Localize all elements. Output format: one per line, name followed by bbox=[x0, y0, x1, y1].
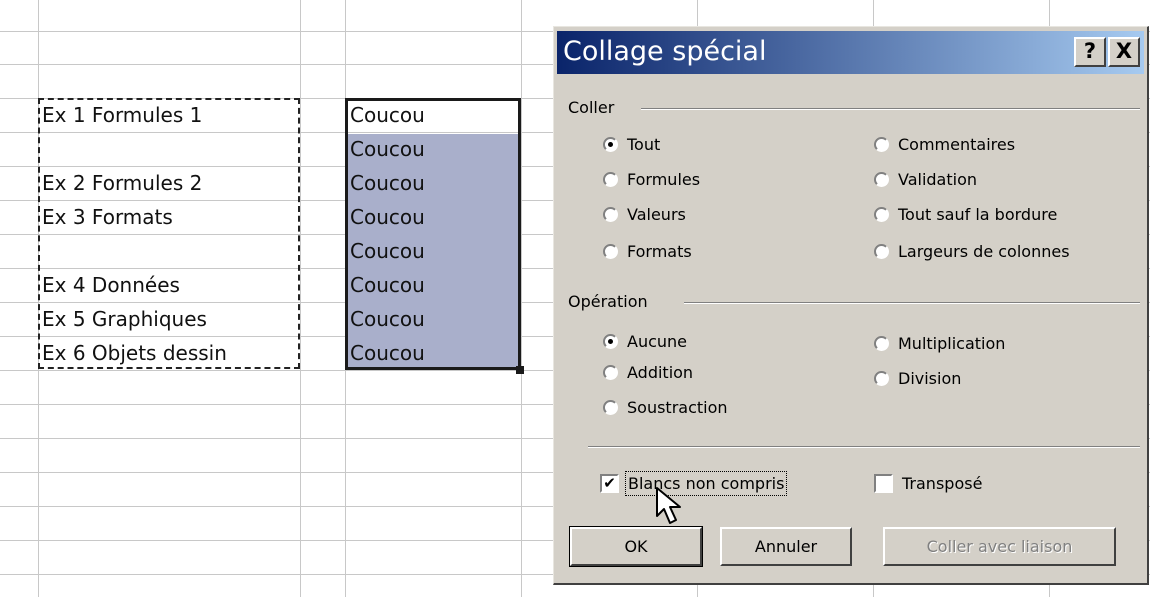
radio-largeurs-colonnes[interactable]: Largeurs de colonnes bbox=[874, 239, 1070, 263]
paste-special-dialog: Collage spécial ? X Coller Tout Formules… bbox=[553, 26, 1149, 585]
cancel-button[interactable]: Annuler bbox=[720, 527, 852, 566]
radio-indicator bbox=[874, 171, 889, 187]
radio-label: Valeurs bbox=[627, 204, 686, 224]
radio-indicator bbox=[603, 243, 618, 259]
help-button[interactable]: ? bbox=[1074, 37, 1106, 67]
radio-soustraction[interactable]: Soustraction bbox=[603, 395, 728, 419]
mouse-pointer-icon bbox=[656, 487, 681, 524]
paste-link-button[interactable]: Coller avec liaison bbox=[883, 527, 1116, 566]
radio-aucune[interactable]: Aucune bbox=[603, 329, 687, 353]
radio-label: Tout bbox=[627, 134, 661, 154]
radio-indicator bbox=[874, 206, 889, 222]
operation-group-label: Opération bbox=[568, 292, 654, 312]
radio-addition[interactable]: Addition bbox=[603, 360, 693, 384]
copy-marquee bbox=[38, 98, 300, 369]
fill-handle[interactable] bbox=[516, 366, 524, 374]
checkbox-blancs-non-compris[interactable]: ✔ Blancs non compris bbox=[600, 470, 788, 496]
radio-label: Formules bbox=[627, 169, 701, 189]
radio-label: Formats bbox=[627, 241, 692, 261]
radio-formats[interactable]: Formats bbox=[603, 239, 692, 263]
checkbox-empty-icon bbox=[874, 473, 893, 493]
selection-border bbox=[345, 98, 521, 370]
dialog-titlebar[interactable]: Collage spécial ? X bbox=[557, 31, 1144, 74]
radio-label: Largeurs de colonnes bbox=[898, 241, 1070, 261]
grid-col-line bbox=[521, 0, 522, 597]
grid-col-line bbox=[300, 0, 301, 597]
radio-label: Aucune bbox=[627, 331, 688, 351]
checkbox-checked-icon: ✔ bbox=[600, 473, 619, 493]
separator bbox=[588, 446, 1140, 448]
radio-label: Addition bbox=[627, 362, 694, 382]
radio-formules[interactable]: Formules bbox=[603, 167, 700, 191]
radio-indicator bbox=[603, 171, 618, 187]
radio-indicator bbox=[603, 399, 618, 415]
dialog-title: Collage spécial bbox=[563, 36, 767, 67]
radio-label: Multiplication bbox=[898, 333, 1006, 353]
coller-group-line bbox=[641, 108, 1140, 110]
radio-indicator bbox=[603, 136, 618, 152]
radio-tout-sauf-bordure[interactable]: Tout sauf la bordure bbox=[874, 202, 1057, 226]
radio-label: Tout sauf la bordure bbox=[898, 204, 1058, 224]
radio-label: Commentaires bbox=[898, 134, 1016, 154]
checkbox-label: Blancs non compris bbox=[624, 470, 788, 496]
radio-commentaires[interactable]: Commentaires bbox=[874, 132, 1015, 156]
radio-indicator bbox=[603, 364, 618, 380]
coller-group-label: Coller bbox=[568, 98, 621, 118]
radio-valeurs[interactable]: Valeurs bbox=[603, 202, 686, 226]
radio-label: Division bbox=[898, 368, 962, 388]
operation-group-line bbox=[684, 302, 1140, 304]
radio-label: Soustraction bbox=[627, 397, 728, 417]
radio-validation[interactable]: Validation bbox=[874, 167, 977, 191]
checkbox-label: Transposé bbox=[902, 473, 983, 493]
radio-label: Validation bbox=[898, 169, 978, 189]
radio-division[interactable]: Division bbox=[874, 366, 961, 390]
radio-indicator bbox=[874, 243, 889, 259]
ok-button[interactable]: OK bbox=[569, 526, 703, 567]
checkbox-transpose[interactable]: Transposé bbox=[874, 470, 982, 496]
radio-indicator bbox=[603, 206, 618, 222]
radio-indicator bbox=[874, 335, 889, 351]
radio-multiplication[interactable]: Multiplication bbox=[874, 331, 1005, 355]
close-button[interactable]: X bbox=[1108, 37, 1140, 67]
radio-indicator bbox=[874, 136, 889, 152]
radio-indicator bbox=[603, 333, 618, 349]
radio-indicator bbox=[874, 370, 889, 386]
radio-tout[interactable]: Tout bbox=[603, 132, 660, 156]
